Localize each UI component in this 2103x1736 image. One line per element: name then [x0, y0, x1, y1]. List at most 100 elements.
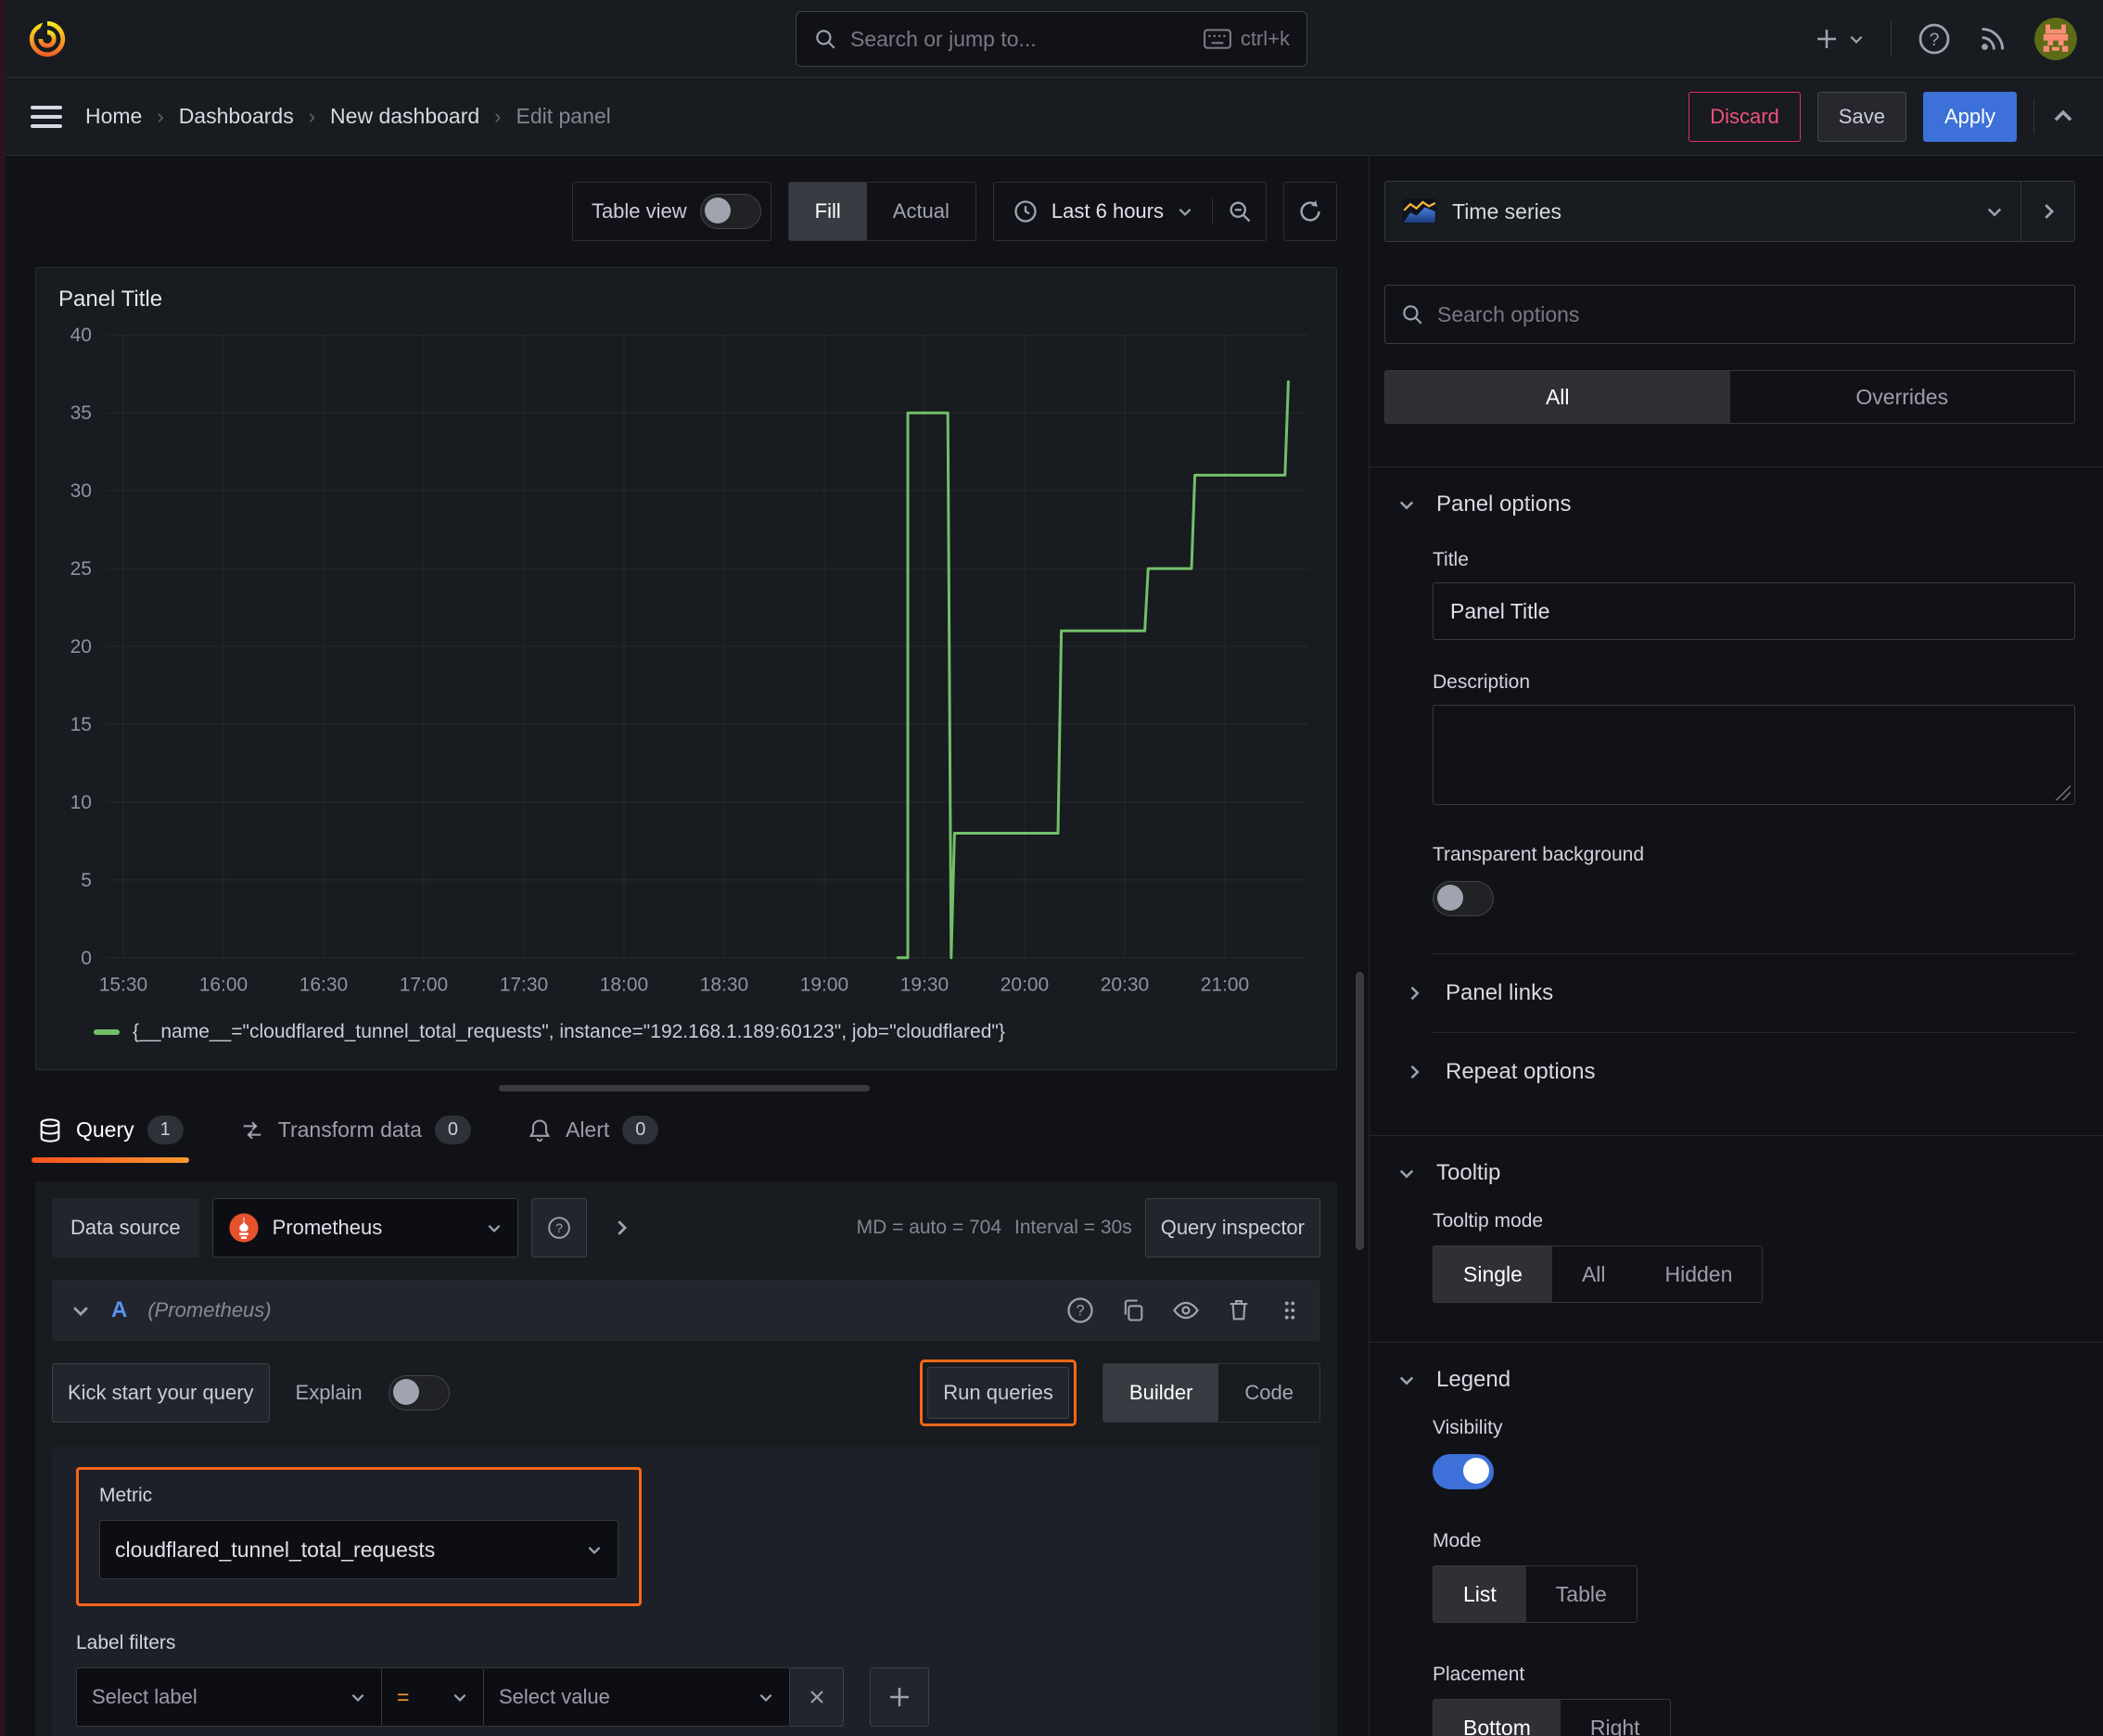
visibility-label: Visibility	[1433, 1417, 1503, 1438]
help-icon[interactable]: ?	[1918, 22, 1951, 56]
menu-toggle-icon[interactable]	[28, 98, 65, 135]
query-count-badge: 1	[147, 1116, 184, 1144]
breadcrumb-home[interactable]: Home	[85, 104, 142, 129]
scrollbar[interactable]	[1356, 972, 1364, 1250]
operator-dropdown[interactable]: =	[382, 1667, 484, 1727]
transparent-bg-toggle[interactable]	[1433, 881, 1494, 916]
tooltip-header[interactable]: Tooltip	[1370, 1136, 2103, 1205]
discard-button[interactable]: Discard	[1689, 91, 1801, 142]
svg-text:5: 5	[81, 870, 92, 891]
add-filter-button[interactable]	[870, 1667, 929, 1727]
user-avatar[interactable]	[2034, 17, 2077, 60]
transform-count-badge: 0	[434, 1116, 471, 1144]
description-textarea[interactable]	[1433, 705, 2075, 805]
code-option[interactable]: Code	[1218, 1364, 1319, 1422]
query-help-icon[interactable]: ?	[1066, 1296, 1094, 1324]
query-ref-id: A	[111, 1297, 128, 1322]
placement-bottom-option[interactable]: Bottom	[1434, 1700, 1561, 1736]
resize-handle[interactable]	[499, 1085, 870, 1091]
builder-option[interactable]: Builder	[1102, 1364, 1219, 1422]
news-rss-icon[interactable]	[1977, 23, 2008, 55]
tab-query[interactable]: Query 1	[32, 1116, 189, 1163]
refresh-button[interactable]	[1283, 182, 1337, 241]
legend-header[interactable]: Legend	[1370, 1343, 2103, 1411]
viz-suggestions-button[interactable]	[2020, 182, 2074, 241]
max-datapoints-stat: MD = auto = 704	[856, 1217, 1002, 1238]
repeat-options-section[interactable]: Repeat options	[1370, 1033, 2103, 1111]
table-view-control: Table view	[571, 182, 771, 241]
chevron-down-icon	[1850, 35, 1863, 44]
grafana-logo-icon[interactable]	[26, 18, 69, 60]
time-range-picker[interactable]: Last 6 hours	[994, 198, 1212, 224]
drag-handle-icon[interactable]	[1278, 1298, 1302, 1322]
fill-option[interactable]: Fill	[788, 183, 867, 240]
chevron-right-icon[interactable]	[611, 1218, 631, 1238]
plus-icon	[890, 1688, 909, 1706]
explain-toggle[interactable]	[388, 1375, 450, 1410]
timeseries-chart[interactable]: 0 5 10 15 20 25 30 35 40 15:30 16:00 16:30 17:00 17:3…	[51, 320, 1321, 1017]
svg-text:15:30: 15:30	[99, 975, 147, 996]
kickstart-button[interactable]: Kick start your query	[52, 1363, 270, 1423]
duplicate-query-icon[interactable]	[1120, 1297, 1146, 1323]
tooltip-all-option[interactable]: All	[1552, 1246, 1636, 1302]
tooltip-hidden-option[interactable]: Hidden	[1636, 1246, 1763, 1302]
tab-alert[interactable]: Alert 0	[527, 1116, 659, 1163]
legend-table-option[interactable]: Table	[1526, 1566, 1637, 1622]
new-menu-button[interactable]	[1813, 25, 1865, 53]
bell-icon	[529, 1118, 551, 1142]
tab-overrides[interactable]: Overrides	[1730, 371, 2075, 423]
datasource-help-button[interactable]: ?	[530, 1198, 587, 1257]
tab-transform[interactable]: Transform data 0	[239, 1116, 471, 1163]
datasource-picker[interactable]: Prometheus	[211, 1198, 518, 1257]
run-queries-button[interactable]: Run queries	[927, 1367, 1069, 1419]
table-view-toggle[interactable]	[699, 194, 761, 229]
delete-query-trash-icon[interactable]	[1226, 1297, 1252, 1323]
zoom-out-button[interactable]	[1212, 198, 1266, 224]
remove-filter-button[interactable]	[790, 1667, 844, 1727]
options-search-input[interactable]	[1437, 301, 2059, 327]
query-builder-body: Metric cloudflared_tunnel_total_requests…	[52, 1447, 1320, 1736]
toggle-visibility-eye-icon[interactable]	[1172, 1296, 1200, 1324]
breadcrumb-separator: ›	[157, 104, 164, 128]
tab-all-options[interactable]: All	[1385, 371, 1730, 423]
viz-name: Time series	[1452, 198, 1561, 223]
tab-query-label: Query	[76, 1117, 134, 1142]
datasource-label: Data source	[52, 1198, 199, 1257]
placement-right-option[interactable]: Right	[1561, 1700, 1670, 1736]
metric-select[interactable]: cloudflared_tunnel_total_requests	[99, 1520, 618, 1579]
query-a-header[interactable]: A (Prometheus) ?	[52, 1280, 1320, 1341]
tooltip-single-option[interactable]: Single	[1434, 1246, 1552, 1302]
all-overrides-switch: All Overrides	[1384, 370, 2075, 424]
legend-title: Legend	[1436, 1367, 1511, 1392]
divider	[2033, 98, 2034, 134]
save-button[interactable]: Save	[1816, 91, 1906, 142]
visualization-picker: Time series	[1384, 181, 2075, 242]
select-value-dropdown[interactable]: Select value	[484, 1667, 790, 1727]
query-card-a: A (Prometheus) ? Kick start your query E…	[52, 1280, 1320, 1736]
actual-option[interactable]: Actual	[867, 183, 975, 240]
global-search[interactable]: ctrl+k	[796, 11, 1307, 67]
fill-actual-switch: Fill Actual	[787, 182, 976, 241]
breadcrumb-new-dashboard[interactable]: New dashboard	[330, 104, 479, 129]
options-search[interactable]	[1384, 285, 2075, 344]
legend-list-option[interactable]: List	[1434, 1566, 1526, 1622]
panel-links-section[interactable]: Panel links	[1370, 954, 2103, 1032]
tab-transform-label: Transform data	[277, 1117, 422, 1142]
svg-text:20:00: 20:00	[1001, 975, 1049, 996]
query-inspector-button[interactable]: Query inspector	[1144, 1198, 1320, 1257]
breadcrumb-bar: Home › Dashboards › New dashboard › Edit…	[0, 78, 2103, 156]
legend-series-label[interactable]: {__name__="cloudflared_tunnel_total_requ…	[133, 1021, 1005, 1043]
chart-legend: {__name__="cloudflared_tunnel_total_requ…	[51, 1021, 1321, 1043]
time-range-label: Last 6 hours	[1051, 199, 1164, 223]
chevron-up-icon[interactable]	[2051, 105, 2075, 129]
panel-title-input[interactable]	[1433, 582, 2075, 640]
panel-options-header[interactable]: Panel options	[1370, 467, 2103, 536]
select-label-dropdown[interactable]: Select label	[76, 1667, 382, 1727]
toggle-knob	[704, 198, 731, 223]
search-input[interactable]	[850, 26, 1191, 52]
viz-picker-button[interactable]: Time series	[1385, 182, 2020, 241]
panel-toolbar: Table view Fill Actual Last 6 hours	[0, 182, 1369, 241]
breadcrumb-dashboards[interactable]: Dashboards	[179, 104, 294, 129]
legend-visibility-toggle[interactable]	[1433, 1454, 1494, 1489]
apply-button[interactable]: Apply	[1922, 91, 2017, 142]
